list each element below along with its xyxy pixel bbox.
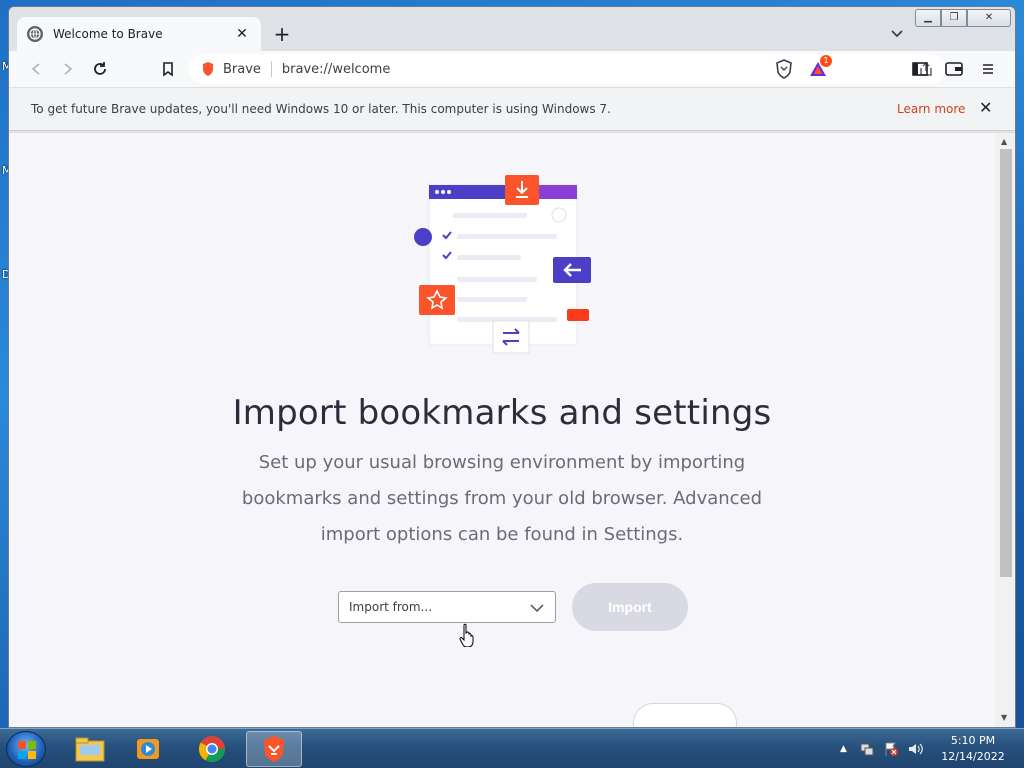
- chrome-icon: [198, 736, 226, 763]
- back-button[interactable]: [25, 58, 47, 80]
- chevron-down-icon[interactable]: [887, 23, 907, 43]
- toolbar: Brave brave://welcome 1: [9, 51, 1015, 87]
- taskbar-media-player[interactable]: [120, 731, 176, 767]
- import-button[interactable]: Import: [572, 583, 688, 631]
- hand-cursor-icon: [459, 623, 474, 647]
- browser-window: Welcome to Brave ✕ + ▁ ❐ ✕ Brave brave:/…: [8, 6, 1016, 728]
- page-title: Import bookmarks and settings: [232, 393, 772, 433]
- show-hidden-icons-icon[interactable]: ▲: [840, 744, 847, 754]
- close-tab-icon[interactable]: ✕: [233, 26, 251, 42]
- tab-welcome[interactable]: Welcome to Brave ✕: [17, 17, 261, 51]
- reload-icon: [94, 62, 106, 75]
- volume-icon[interactable]: [907, 741, 925, 757]
- bookmark-button[interactable]: [157, 58, 179, 80]
- site-label: Brave: [223, 61, 261, 77]
- back-icon: [31, 63, 40, 75]
- clock-date: 12/14/2022: [941, 750, 1005, 763]
- url-text[interactable]: brave://welcome: [282, 62, 390, 77]
- start-button[interactable]: [6, 731, 46, 767]
- taskbar: ▲ 5:10 PM 12/14/2022: [0, 728, 1024, 768]
- scroll-down-arrow-icon[interactable]: ▼: [1001, 713, 1007, 722]
- wallet-button[interactable]: [943, 58, 965, 80]
- taskbar-clock[interactable]: 5:10 PM 12/14/2022: [928, 733, 1018, 765]
- select-value: Import from...: [349, 600, 433, 614]
- forward-icon: [64, 63, 73, 75]
- windows-logo-icon: [18, 741, 36, 759]
- page-scrollbar[interactable]: ▲ ▼: [995, 133, 1015, 727]
- system-tray: ▲: [840, 729, 925, 768]
- page-description: Set up your usual browsing environment b…: [241, 452, 763, 545]
- divider: [270, 61, 272, 77]
- minimize-icon: ▁: [924, 12, 932, 23]
- brave-shield-icon: [201, 61, 215, 77]
- maximize-button[interactable]: ❐: [941, 9, 967, 27]
- folder-icon: [75, 737, 105, 762]
- globe-icon: [27, 26, 43, 42]
- bookmark-icon: [163, 62, 173, 77]
- scroll-up-arrow-icon[interactable]: ▲: [1001, 137, 1007, 146]
- clock-time: 5:10 PM: [950, 734, 996, 747]
- action-center-flag-icon[interactable]: [883, 741, 899, 757]
- update-infobar: To get future Brave updates, you'll need…: [9, 87, 1015, 131]
- new-tab-button[interactable]: +: [271, 23, 293, 45]
- hamburger-menu-icon: [983, 64, 993, 74]
- network-icon[interactable]: [859, 741, 875, 757]
- import-illustration: [414, 175, 591, 354]
- learn-more-link[interactable]: Learn more: [897, 102, 965, 116]
- brave-rewards-button[interactable]: 1: [807, 55, 832, 80]
- close-window-button[interactable]: ✕: [967, 9, 1011, 27]
- taskbar-brave[interactable]: [246, 731, 302, 767]
- minimize-button[interactable]: ▁: [915, 9, 941, 27]
- close-infobar-icon[interactable]: ✕: [979, 98, 992, 117]
- forward-button[interactable]: [57, 58, 79, 80]
- wallet-icon: [945, 62, 963, 76]
- tab-title: Welcome to Brave: [53, 27, 163, 41]
- import-from-select[interactable]: Import from...: [338, 591, 556, 623]
- close-icon: ✕: [984, 12, 994, 23]
- taskbar-explorer[interactable]: [62, 731, 118, 767]
- partial-button[interactable]: [633, 703, 737, 727]
- menu-button[interactable]: [977, 58, 999, 80]
- reload-button[interactable]: [89, 58, 111, 80]
- brave-lion-icon: [264, 736, 284, 762]
- sidebar-icon: [912, 62, 928, 76]
- chevron-down-icon: [529, 598, 545, 617]
- tab-strip: Welcome to Brave ✕ + ▁ ❐ ✕: [9, 7, 1015, 51]
- sidebar-button[interactable]: [909, 58, 931, 80]
- restore-icon: ❐: [949, 12, 959, 23]
- scrollbar-thumb[interactable]: [1000, 149, 1012, 577]
- infobar-message: To get future Brave updates, you'll need…: [31, 102, 611, 116]
- taskbar-chrome[interactable]: [184, 731, 240, 767]
- lion-icon: [776, 59, 792, 79]
- welcome-page: Import bookmarks and settings Set up you…: [9, 133, 995, 727]
- brave-shields-button[interactable]: [773, 58, 795, 80]
- media-player-icon: [137, 739, 159, 759]
- notification-badge: 1: [820, 55, 832, 67]
